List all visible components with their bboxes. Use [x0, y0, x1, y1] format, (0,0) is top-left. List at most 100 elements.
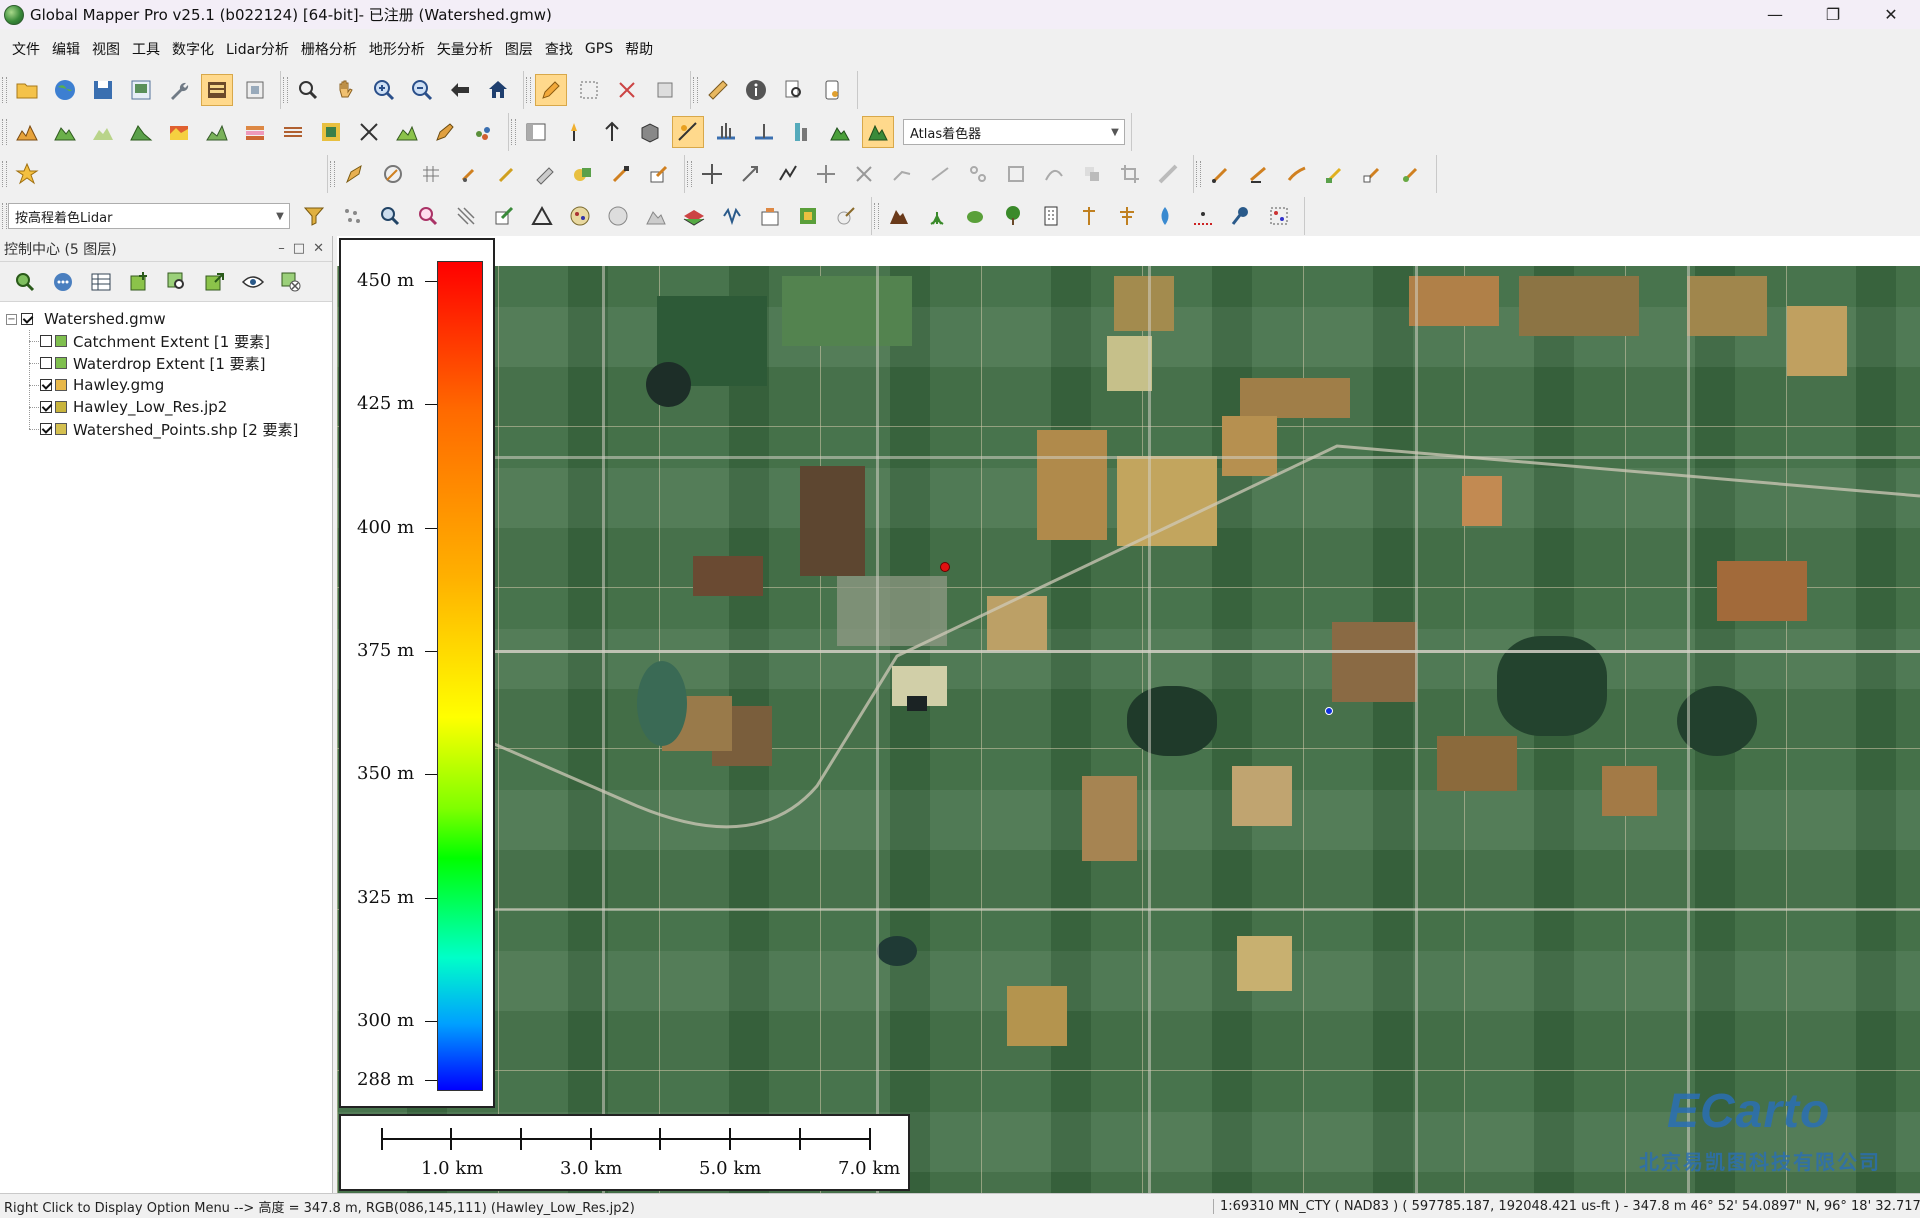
menu-help[interactable]: 帮助	[619, 39, 659, 59]
join-line-icon[interactable]	[886, 158, 918, 190]
chevron-down-icon[interactable]: ▼	[271, 204, 289, 228]
layer-row[interactable]: Catchment Extent [1 要素]	[29, 330, 332, 352]
save-icon[interactable]	[87, 74, 119, 106]
sea-level-icon[interactable]	[748, 116, 780, 148]
globe-icon[interactable]	[49, 74, 81, 106]
tree-icon[interactable]	[997, 200, 1029, 232]
wrench-icon[interactable]	[163, 74, 195, 106]
menu-digitize[interactable]: 数字化	[166, 39, 220, 59]
hillshade-icon[interactable]	[672, 116, 704, 148]
menu-file[interactable]: 文件	[6, 39, 46, 59]
lidar-paint-icon[interactable]	[830, 200, 862, 232]
watershed-icon[interactable]	[87, 116, 119, 148]
home-icon[interactable]	[482, 74, 514, 106]
split-icon[interactable]	[848, 158, 880, 190]
digitize-line-icon[interactable]	[429, 116, 461, 148]
key-point-icon[interactable]	[1225, 200, 1257, 232]
map-view[interactable]: 450 m 425 m 400 m 375 m 350 m 325 m 300 …	[337, 236, 1920, 1193]
zoom-to-layer-icon[interactable]	[9, 266, 41, 298]
lidar-extract-icon[interactable]	[792, 200, 824, 232]
create-line-icon[interactable]	[491, 158, 523, 190]
minimize-button[interactable]: —	[1746, 0, 1804, 29]
open-folder-icon[interactable]	[11, 74, 43, 106]
water-level-icon[interactable]	[710, 116, 742, 148]
zoom-out-icon[interactable]	[406, 74, 438, 106]
lidar-path-icon[interactable]	[1281, 158, 1313, 190]
lidar-search-icon[interactable]	[374, 200, 406, 232]
lidar-profile-icon[interactable]	[1395, 158, 1427, 190]
triangle-icon[interactable]	[526, 200, 558, 232]
map-layout-icon[interactable]	[125, 74, 157, 106]
smooth-icon[interactable]	[1038, 158, 1070, 190]
terrain-profile-icon[interactable]	[11, 116, 43, 148]
light-direction-icon[interactable]	[558, 116, 590, 148]
terrain-shader-icon[interactable]	[824, 116, 856, 148]
reshape-icon[interactable]	[772, 158, 804, 190]
vertical-exag-icon[interactable]	[596, 116, 628, 148]
layer-row[interactable]: Hawley.gmg	[29, 374, 332, 396]
menu-edit[interactable]: 编辑	[46, 39, 86, 59]
lidar-edit-icon[interactable]	[488, 200, 520, 232]
create-point-icon[interactable]	[453, 158, 485, 190]
restore-button[interactable]: ❐	[1804, 0, 1862, 29]
contour-icon[interactable]	[49, 116, 81, 148]
watershed-point-blue[interactable]	[1325, 707, 1333, 715]
layer-row[interactable]: Watershed_Points.shp [2 要素]	[29, 418, 332, 440]
edit-feature-icon[interactable]	[643, 158, 675, 190]
add-layer-icon[interactable]	[123, 266, 155, 298]
menu-search[interactable]: 查找	[539, 39, 579, 59]
create-grid-icon[interactable]	[415, 158, 447, 190]
menu-vector-analysis[interactable]: 矢量分析	[431, 39, 499, 59]
create-road-icon[interactable]	[529, 158, 561, 190]
close-button[interactable]: ✕	[1862, 0, 1920, 29]
measure-line-icon[interactable]	[1152, 158, 1184, 190]
digitizer-pencil-icon[interactable]	[535, 74, 567, 106]
layer-row[interactable]: Waterdrop Extent [1 要素]	[29, 352, 332, 374]
view-shed-icon[interactable]	[125, 116, 157, 148]
noise-points-icon[interactable]	[1263, 200, 1295, 232]
atlas-shader-icon[interactable]	[862, 116, 894, 148]
layer-checkbox[interactable]	[40, 357, 52, 369]
pan-hand-icon[interactable]	[330, 74, 362, 106]
tree-root[interactable]: − Watershed.gmw	[0, 308, 332, 330]
medium-veg-icon[interactable]	[959, 200, 991, 232]
ground-class-icon[interactable]	[883, 200, 915, 232]
aerial-imagery[interactable]	[337, 266, 1920, 1193]
menu-layer[interactable]: 图层	[499, 39, 539, 59]
watershed-point-red[interactable]	[940, 562, 950, 572]
lidar-classify-icon[interactable]	[1319, 158, 1351, 190]
move-icon[interactable]	[696, 158, 728, 190]
volume-icon[interactable]	[201, 116, 233, 148]
panel-close-button[interactable]: ✕	[313, 241, 324, 256]
search-layer-icon[interactable]	[161, 266, 193, 298]
buffer-icon[interactable]	[1000, 158, 1032, 190]
lidar-zoom-icon[interactable]	[412, 200, 444, 232]
panel-pin-button[interactable]: –	[278, 241, 285, 256]
ruler-icon[interactable]	[702, 74, 734, 106]
delete-x-icon[interactable]	[611, 74, 643, 106]
lidar-terrain-icon[interactable]	[640, 200, 672, 232]
back-arrow-icon[interactable]	[444, 74, 476, 106]
favorite-star-icon[interactable]	[11, 158, 43, 190]
layer-row[interactable]: Hawley_Low_Res.jp2	[29, 396, 332, 418]
offset-icon[interactable]	[1076, 158, 1108, 190]
move-vertex-icon[interactable]	[810, 158, 842, 190]
remove-layer-icon[interactable]	[275, 266, 307, 298]
breakline-icon[interactable]	[1187, 200, 1219, 232]
pole-icon[interactable]	[1073, 200, 1105, 232]
chevron-down-icon[interactable]: ▼	[1106, 120, 1124, 144]
create-area-icon[interactable]	[339, 158, 371, 190]
layer-checkbox[interactable]	[40, 335, 52, 347]
lidar-points-icon[interactable]	[336, 200, 368, 232]
export-layer-icon[interactable]	[199, 266, 231, 298]
menu-view[interactable]: 视图	[86, 39, 126, 59]
create-shapes-icon[interactable]	[567, 158, 599, 190]
lidar-select-icon[interactable]	[1205, 158, 1237, 190]
menu-tools[interactable]: 工具	[126, 39, 166, 59]
lidar-filter-icon[interactable]	[298, 200, 330, 232]
menu-terrain-analysis[interactable]: 地形分析	[363, 39, 431, 59]
lidar-density-icon[interactable]	[602, 200, 634, 232]
path-profile-icon[interactable]	[391, 116, 423, 148]
rotate-icon[interactable]	[734, 158, 766, 190]
zoom-in-icon[interactable]	[368, 74, 400, 106]
